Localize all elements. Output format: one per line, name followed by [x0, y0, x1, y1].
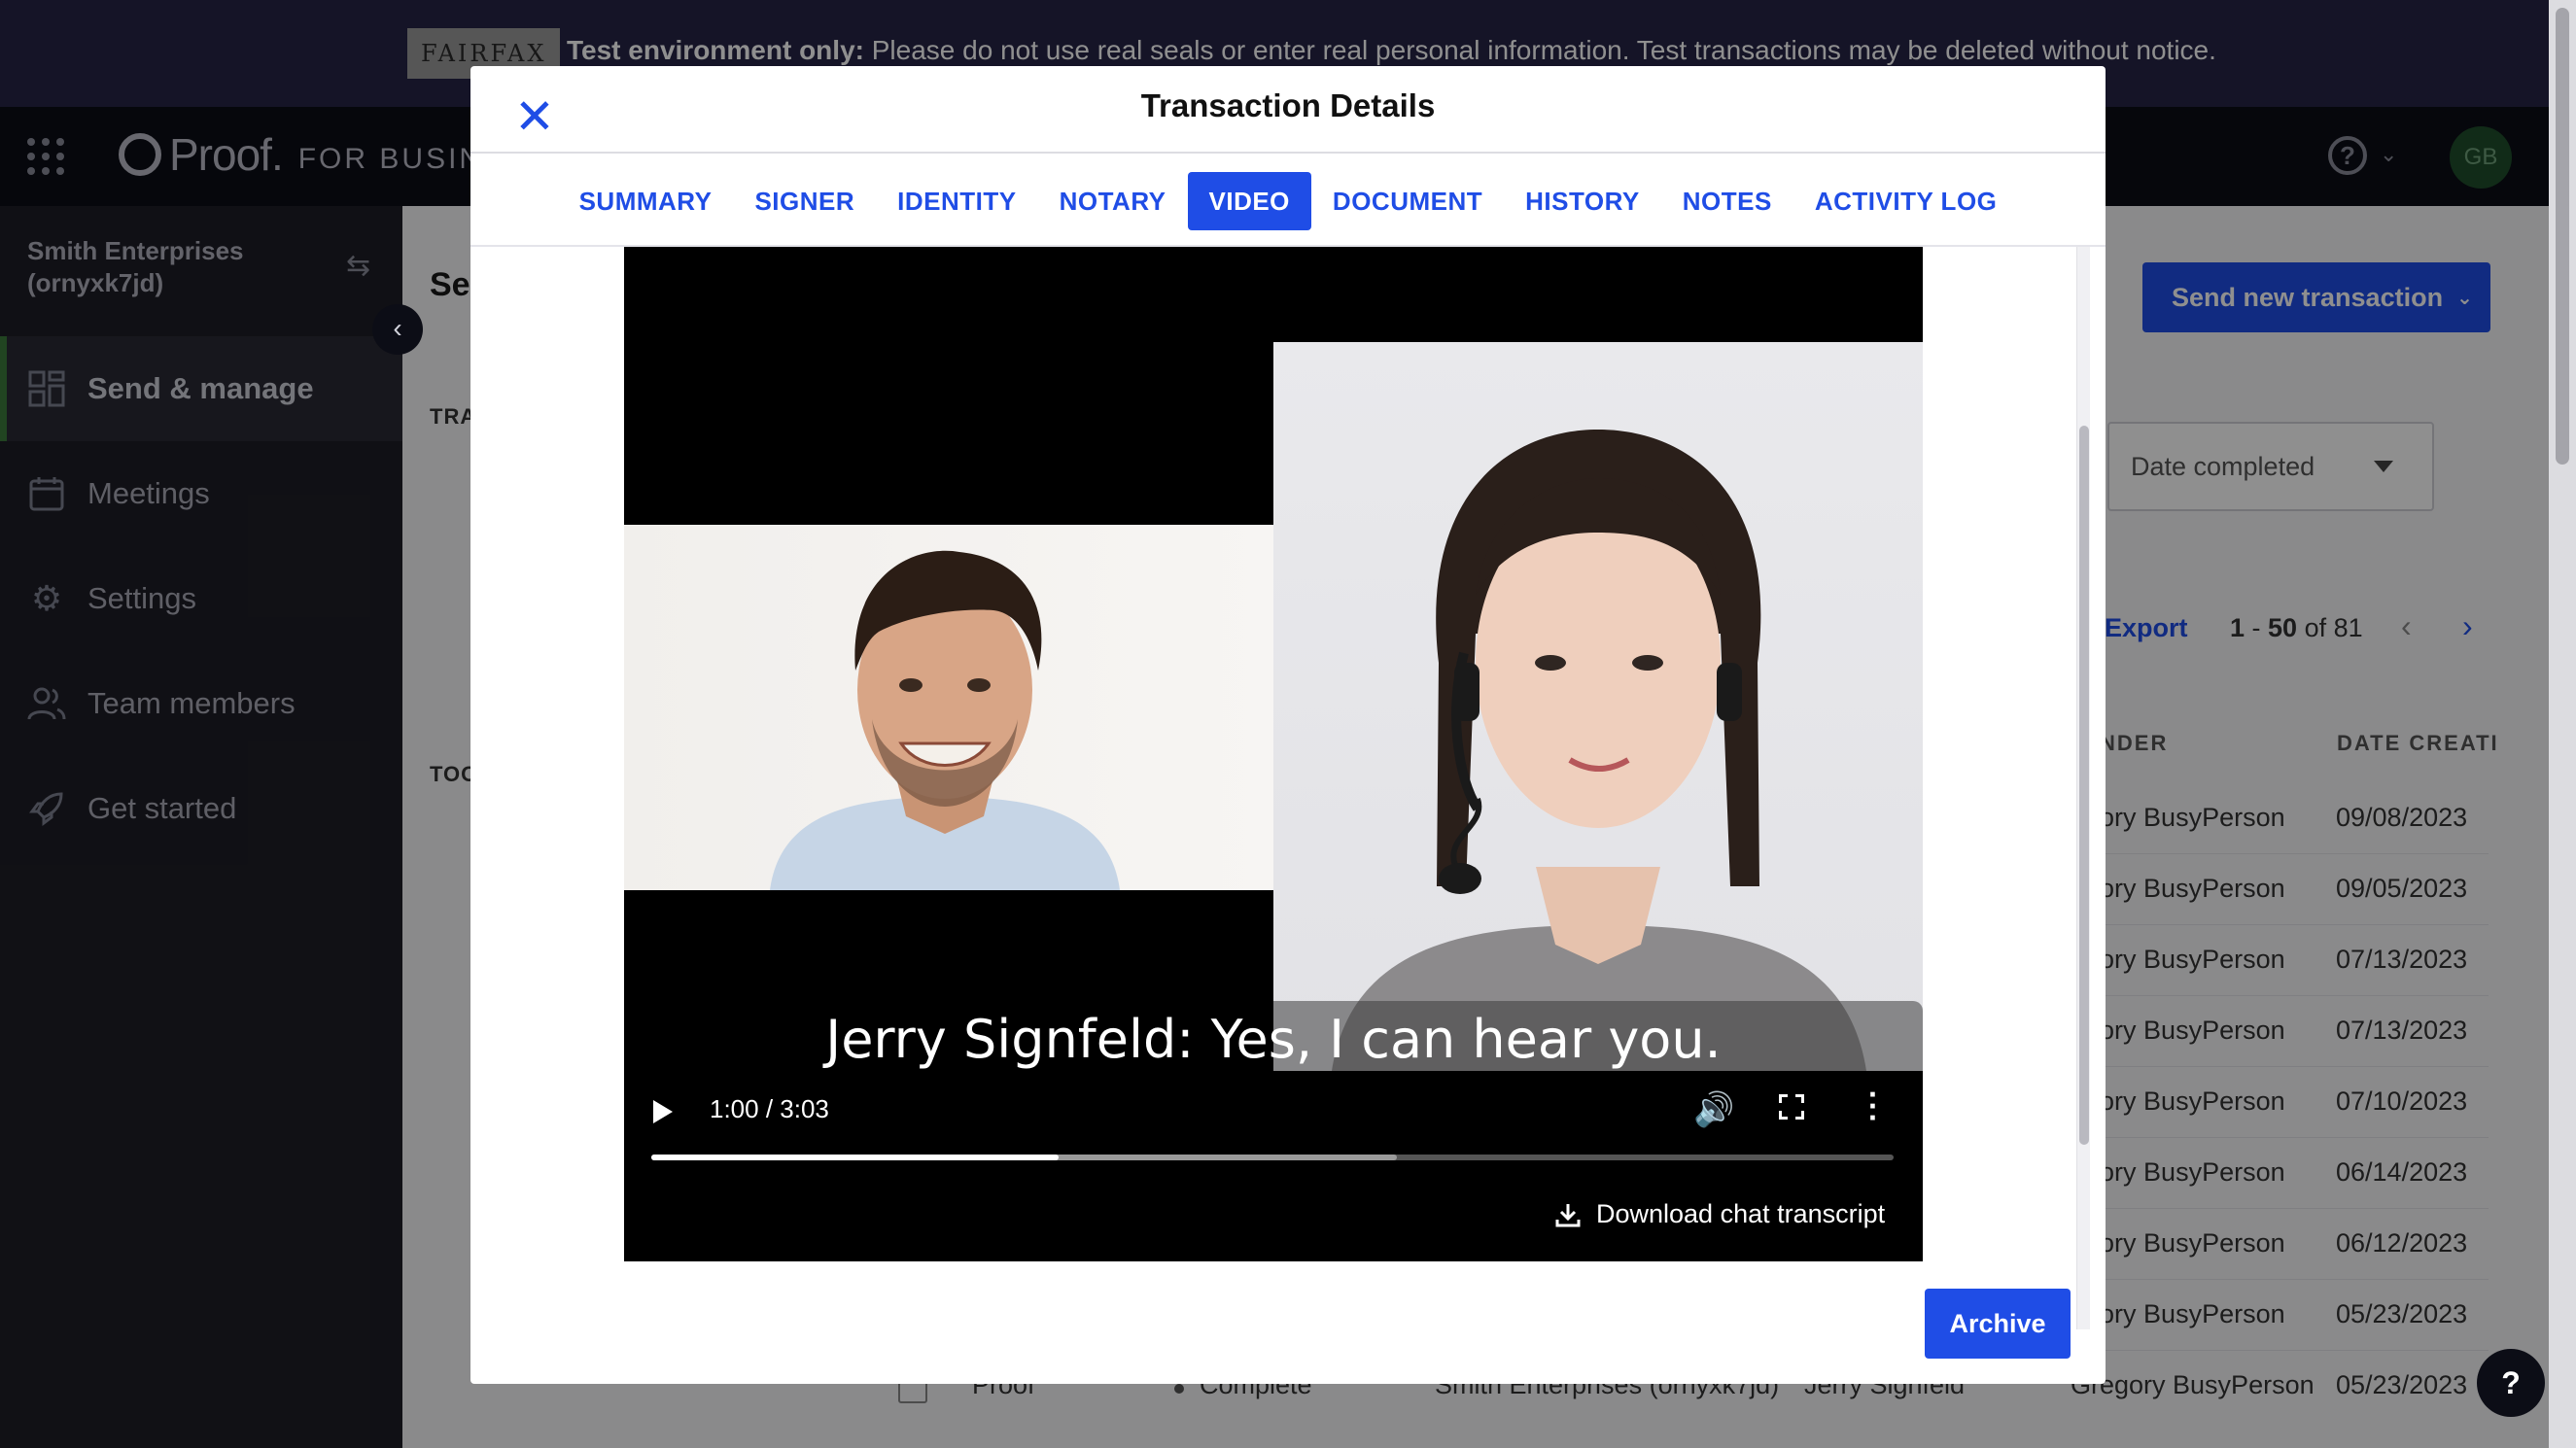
download-chat-transcript-label: Download chat transcript	[1596, 1199, 1886, 1228]
modal-header-divider	[470, 152, 2106, 154]
tab-document[interactable]: DOCUMENT	[1311, 172, 1504, 230]
notary-video-tile	[1273, 342, 1923, 1071]
signer-video-tile	[624, 525, 1273, 890]
page-scrollbar[interactable]	[2549, 0, 2576, 1448]
tab-history[interactable]: HISTORY	[1504, 172, 1661, 230]
video-played-bar	[651, 1155, 1060, 1160]
caption-bar: Jerry Signfeld: Yes, I can hear you.	[624, 1001, 1923, 1071]
download-chat-transcript-button[interactable]: Download chat transcript	[1555, 1199, 1885, 1229]
tab-activity-log[interactable]: ACTIVITY LOG	[1793, 172, 2019, 230]
modal-scroll-thumb[interactable]	[2079, 426, 2089, 1145]
tab-notary[interactable]: NOTARY	[1038, 172, 1188, 230]
page-scroll-thumb[interactable]	[2556, 8, 2569, 465]
video-progress-bar[interactable]	[651, 1155, 1894, 1160]
collapse-sidebar-button[interactable]: ‹	[372, 304, 423, 355]
video-caption: Jerry Signfeld: Yes, I can hear you.	[825, 1009, 1722, 1070]
tab-identity[interactable]: IDENTITY	[876, 172, 1037, 230]
tab-signer[interactable]: SIGNER	[733, 172, 876, 230]
transaction-details-modal: ✕ Transaction Details SUMMARY SIGNER IDE…	[470, 66, 2106, 1384]
modal-title: Transaction Details	[1140, 87, 1436, 123]
more-options-icon[interactable]: · · ·	[1868, 1079, 1879, 1133]
video-player[interactable]: Jerry Signfeld: Yes, I can hear you. 1:0…	[624, 247, 1923, 1261]
tab-summary[interactable]: SUMMARY	[558, 172, 734, 230]
fullscreen-icon[interactable]	[1779, 1094, 1804, 1120]
signer-portrait	[770, 550, 1120, 890]
download-icon	[1555, 1202, 1581, 1227]
play-icon[interactable]	[653, 1100, 673, 1123]
tab-notes[interactable]: NOTES	[1661, 172, 1793, 230]
modal-tabs: SUMMARY SIGNER IDENTITY NOTARY VIDEO DOC…	[470, 171, 2106, 231]
archive-button[interactable]: Archive	[1925, 1289, 2071, 1359]
video-time: 1:00 / 3:03	[710, 1094, 829, 1123]
modal-scrollbar[interactable]	[2076, 247, 2090, 1329]
notary-portrait	[1332, 430, 1866, 1071]
tab-video[interactable]: VIDEO	[1187, 172, 1311, 230]
floating-help-button[interactable]: ?	[2477, 1349, 2545, 1417]
volume-icon[interactable]: 🔊	[1693, 1090, 1734, 1129]
